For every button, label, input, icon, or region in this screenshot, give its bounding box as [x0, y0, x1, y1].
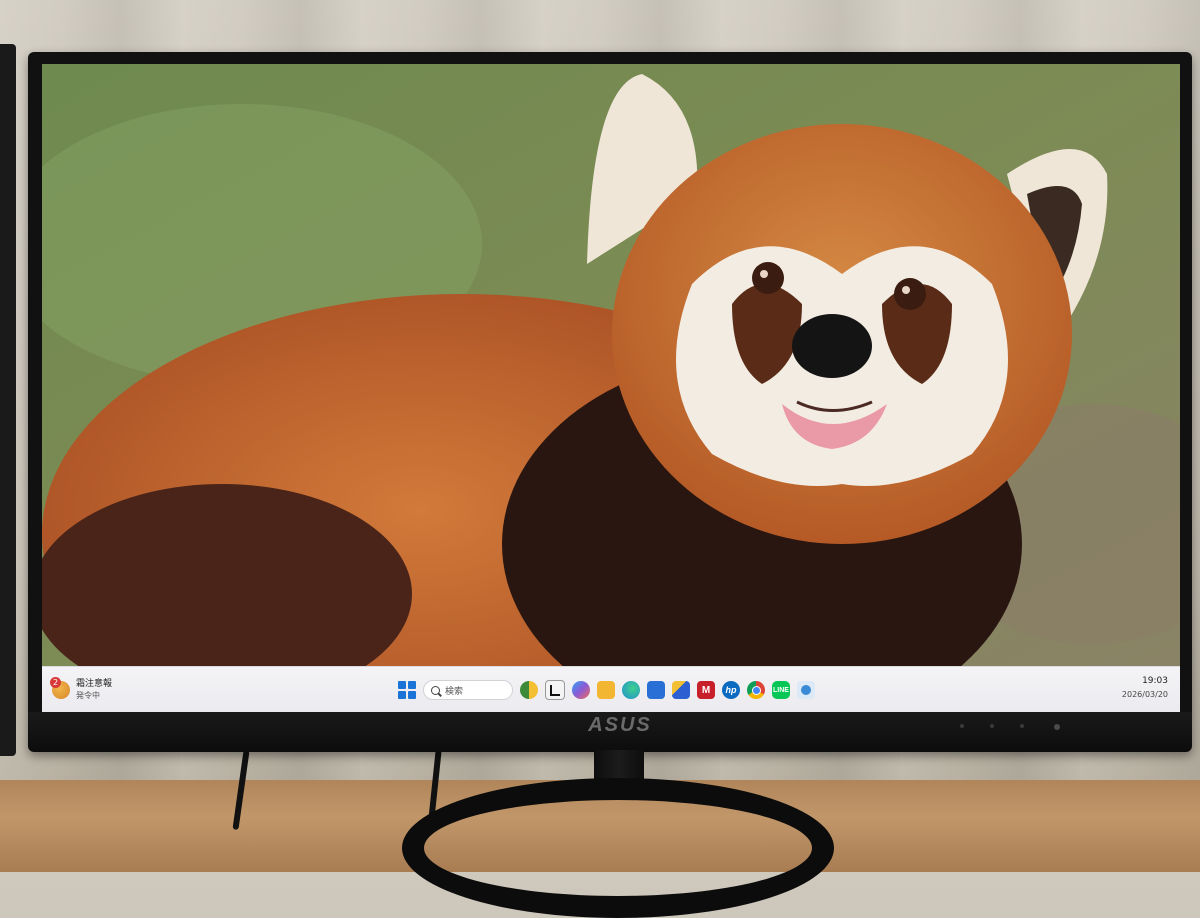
weather-warning-icon: 2: [50, 677, 70, 699]
line-icon[interactable]: LINE: [772, 681, 790, 699]
task-view-icon[interactable]: [545, 680, 565, 700]
weather-text: 霜注意報 発令中: [76, 679, 112, 701]
weather-alert-badge: 2: [50, 677, 61, 688]
weather-subtitle: 発令中: [76, 691, 100, 700]
windows-start-icon[interactable]: [398, 681, 416, 699]
blue-app-icon[interactable]: [672, 681, 690, 699]
store-icon[interactable]: [647, 681, 665, 699]
hp-icon[interactable]: hp: [722, 681, 740, 699]
folder-icon[interactable]: [597, 681, 615, 699]
weather-widget[interactable]: 2 霜注意報 発令中: [50, 677, 112, 703]
power-button: [1054, 724, 1060, 730]
clock-date: 2026/03/20: [1121, 690, 1168, 699]
system-clock[interactable]: 19:03 2026/03/20: [1122, 675, 1168, 701]
chrome-icon[interactable]: [747, 681, 765, 699]
network-app-icon[interactable]: [797, 681, 815, 699]
screen: 2 霜注意報 発令中 検索 M hp LINE 19:03 2026/03/20: [42, 64, 1180, 712]
widgets-icon[interactable]: [520, 681, 538, 699]
monitor-button: [960, 724, 964, 728]
monitor-brand-logo: ASUS: [588, 714, 652, 736]
monitor-stand-base: [402, 778, 834, 918]
copilot-icon[interactable]: [572, 681, 590, 699]
weather-title: 霜注意報: [76, 679, 113, 689]
mcafee-icon[interactable]: M: [697, 681, 715, 699]
taskbar-search[interactable]: 検索: [423, 680, 513, 700]
monitor-button: [1020, 724, 1024, 728]
taskbar: 2 霜注意報 発令中 検索 M hp LINE 19:03 2026/03/20: [42, 666, 1180, 712]
search-icon: [431, 685, 440, 695]
desktop-wallpaper[interactable]: [42, 64, 1180, 666]
edge-icon[interactable]: [622, 681, 640, 699]
taskbar-center: 検索 M hp LINE: [398, 679, 815, 701]
clock-time: 19:03: [1142, 676, 1168, 686]
side-monitor-edge: [0, 44, 16, 756]
search-placeholder: 検索: [445, 686, 464, 697]
monitor-button: [990, 724, 994, 728]
